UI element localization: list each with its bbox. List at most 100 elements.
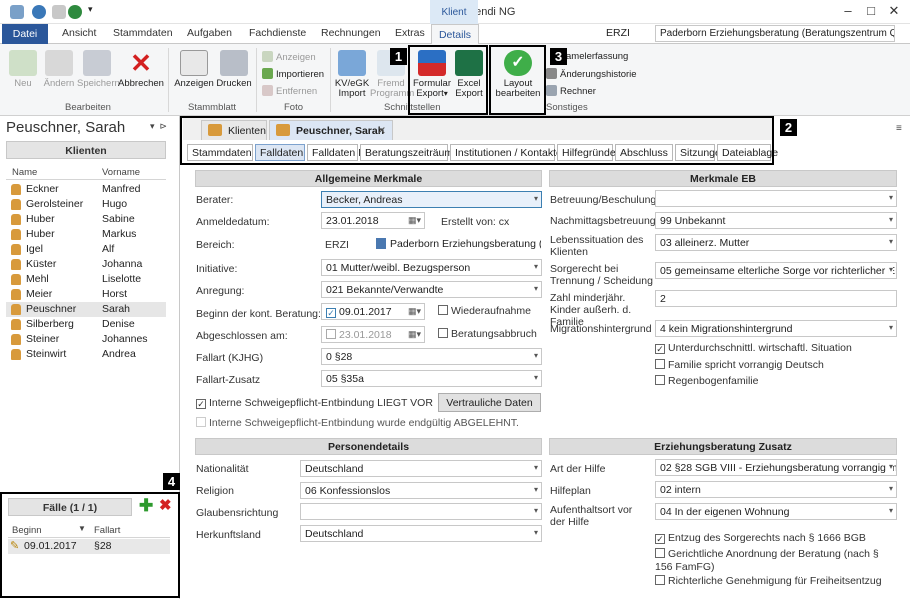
fallart-zusatz-select[interactable]: 05 §35a ▾ — [321, 370, 542, 387]
familie-deutsch-checkbox[interactable]: Familie spricht vorrangig Deutsch — [655, 359, 824, 371]
calendar-icon[interactable]: ▦▾ — [408, 215, 421, 226]
rechner-label: Rechner — [560, 86, 596, 97]
rechner-button[interactable]: Rechner — [546, 85, 596, 97]
betreuung-select[interactable]: ▾ — [655, 190, 897, 207]
tab-ansicht[interactable]: Ansicht — [62, 27, 96, 39]
client-row[interactable]: Meier Horst — [6, 287, 166, 302]
abgeschlossen-checkbox[interactable] — [326, 329, 336, 339]
foto-entfernen-button[interactable]: Entfernen — [262, 85, 317, 97]
zahl-kinder-input[interactable]: 2 — [655, 290, 897, 307]
card-reader-icon — [338, 50, 366, 76]
col-name[interactable]: Name — [12, 167, 37, 178]
initiative-select[interactable]: 01 Mutter/weibl. Bezugsperson ▾ — [321, 259, 542, 276]
erziehungsberatung-zusatz-header: Erziehungsberatung Zusatz — [549, 438, 897, 455]
client-row[interactable]: Huber Markus — [6, 227, 166, 242]
sorgerecht-select[interactable]: 05 gemeinsame elterliche Sorge vor richt… — [655, 262, 897, 279]
nachmittag-select[interactable]: 99 Unbekannt ▾ — [655, 212, 897, 229]
foto-anzeigen-button[interactable]: Anzeigen — [262, 51, 316, 63]
beginn-checkbox[interactable]: ✓ — [326, 308, 336, 318]
gerichtliche-anordnung-checkbox[interactable]: Gerichtliche Anordnung der Beratung (nac… — [655, 548, 885, 574]
client-row[interactable]: Eckner Manfred — [6, 182, 166, 197]
client-row[interactable]: Küster Johanna — [6, 257, 166, 272]
art-der-hilfe-select[interactable]: 02 §28 SGB VIII - Erziehungsberatung vor… — [655, 459, 897, 476]
aufenthaltsort-select[interactable]: 04 In der eigenen Wohnung ▾ — [655, 503, 897, 520]
schweigepflicht-abgelehnt-label: Interne Schweigepflicht-Entbindung wurde… — [209, 417, 519, 429]
aendern-button[interactable]: Ändern — [42, 50, 76, 89]
abgeschlossen-field[interactable]: 23.01.2018 ▦▾ — [321, 326, 425, 343]
quick-access-dropdown-icon[interactable]: ▾ — [88, 4, 93, 15]
wiederaufnahme-checkbox[interactable]: Wiederaufnahme — [438, 305, 531, 317]
client-row[interactable]: Steinwirt Andrea — [6, 347, 166, 362]
foto-importieren-button[interactable]: Importieren — [262, 68, 324, 80]
nationalitaet-select[interactable]: Deutschland ▾ — [300, 460, 542, 477]
glaubensrichtung-select[interactable]: ▾ — [300, 503, 542, 520]
sorgerechtsentzug-checkbox[interactable]: ✓ Entzug des Sorgerechts nach § 1666 BGB — [655, 532, 866, 544]
schweigepflicht-abgelehnt-checkbox[interactable]: Interne Schweigepflicht-Entbindung wurde… — [196, 417, 519, 429]
checkbox-box — [655, 359, 665, 369]
beginn-field[interactable]: ✓ 09.01.2017 ▦▾ — [321, 303, 425, 320]
client-row[interactable]: Silberberg Denise — [6, 317, 166, 332]
col-vorname[interactable]: Vorname — [102, 167, 140, 178]
close-icon[interactable]: ✕ — [884, 3, 904, 19]
beratungsabbruch-checkbox[interactable]: Beratungsabbruch — [438, 328, 537, 340]
checkbox-box — [196, 417, 206, 427]
fallart-select[interactable]: 0 §28 ▾ — [321, 348, 542, 365]
menu-icon[interactable]: ≡ — [896, 123, 902, 134]
search-icon[interactable] — [52, 5, 66, 19]
calendar-icon[interactable]: ▦▾ — [408, 306, 421, 317]
client-row[interactable]: Gerolsteiner Hugo — [6, 197, 166, 212]
regenbogenfamilie-checkbox[interactable]: Regenbogenfamilie — [655, 375, 758, 387]
pane-options-icon[interactable]: ▾ ⊳ — [150, 121, 167, 132]
kv-egk-import-button[interactable]: KV/eGK Import — [334, 50, 370, 99]
org-select[interactable]: Paderborn Erziehungsberatung (Beratungsz… — [655, 25, 895, 42]
hilfeplan-select[interactable]: 02 intern ▾ — [655, 481, 897, 498]
checkbox-box — [438, 305, 448, 315]
abgeschlossen-value: 23.01.2018 — [339, 329, 392, 341]
refresh-icon[interactable] — [32, 5, 46, 19]
herkunftsland-select[interactable]: Deutschland ▾ — [300, 525, 542, 542]
calculator-icon — [546, 85, 557, 96]
checkbox-box: ✓ — [655, 344, 665, 354]
drucken-button[interactable]: Drucken — [216, 50, 252, 89]
tab-stammdaten[interactable]: Stammdaten — [113, 27, 173, 39]
schweigepflicht-checkbox[interactable]: ✓ Interne Schweigepflicht-Entbindung LIEG… — [196, 397, 433, 409]
tab-aufgaben[interactable]: Aufgaben — [187, 27, 232, 39]
globe-icon[interactable] — [68, 5, 82, 19]
client-first-name: Denise — [102, 318, 135, 330]
sorgerecht-value: 05 gemeinsame elterliche Sorge vor richt… — [660, 265, 897, 277]
lebenssituation-select[interactable]: 03 alleinerz. Mutter ▾ — [655, 234, 897, 251]
maximize-icon[interactable]: □ — [861, 3, 881, 18]
vertrauliche-daten-button[interactable]: Vertrauliche Daten — [438, 393, 541, 412]
anmeldedatum-field[interactable]: 23.01.2018 ▦▾ — [321, 212, 425, 229]
client-first-name: Sabine — [102, 213, 135, 225]
religion-select[interactable]: 06 Konfessionslos ▾ — [300, 482, 542, 499]
client-row[interactable]: Mehl Liselotte — [6, 272, 166, 287]
calendar-icon[interactable]: ▦▾ — [408, 329, 421, 340]
client-first-name: Hugo — [102, 198, 128, 210]
highlight-box-1 — [408, 45, 488, 115]
tab-rechnungen[interactable]: Rechnungen — [321, 27, 381, 39]
freiheitsentzug-checkbox[interactable]: Richterliche Genehmigung für Freiheitsen… — [655, 575, 882, 587]
client-last-name: Steinwirt — [26, 348, 67, 360]
migration-select[interactable]: 4 kein Migrationshintergrund ▾ — [655, 320, 897, 337]
tab-fachdienste[interactable]: Fachdienste — [249, 27, 306, 39]
erfassung-button[interactable]: amelerfassung — [566, 51, 628, 62]
chevron-down-icon: ▾ — [888, 215, 893, 224]
neu-button[interactable]: Neu — [8, 50, 38, 89]
minimize-icon[interactable]: – — [838, 3, 858, 18]
anregung-select[interactable]: 021 Bekannte/Verwandte ▾ — [321, 281, 542, 298]
speichern-button[interactable]: Speichern — [77, 50, 120, 89]
abbrechen-button[interactable]: ✕ Abbrechen — [118, 50, 164, 89]
client-row[interactable]: Peuschner Sarah — [6, 302, 166, 317]
wirtschaftl-situation-checkbox[interactable]: ✓ Unterdurchschnittl. wirtschaftl. Situat… — [655, 342, 852, 354]
tab-extras[interactable]: Extras — [395, 27, 425, 39]
client-row[interactable]: Igel Alf — [6, 242, 166, 257]
zahl-kinder-value: 2 — [660, 293, 666, 305]
tab-datei[interactable]: Datei — [2, 24, 48, 44]
client-row[interactable]: Huber Sabine — [6, 212, 166, 227]
client-row[interactable]: Steiner Johannes — [6, 332, 166, 347]
stammblatt-anzeigen-button[interactable]: Anzeigen — [174, 50, 214, 89]
tab-details[interactable]: Details — [431, 24, 479, 45]
berater-select[interactable]: Becker, Andreas ▾ — [321, 191, 542, 208]
aenderungshistorie-button[interactable]: Änderungshistorie — [546, 68, 637, 80]
